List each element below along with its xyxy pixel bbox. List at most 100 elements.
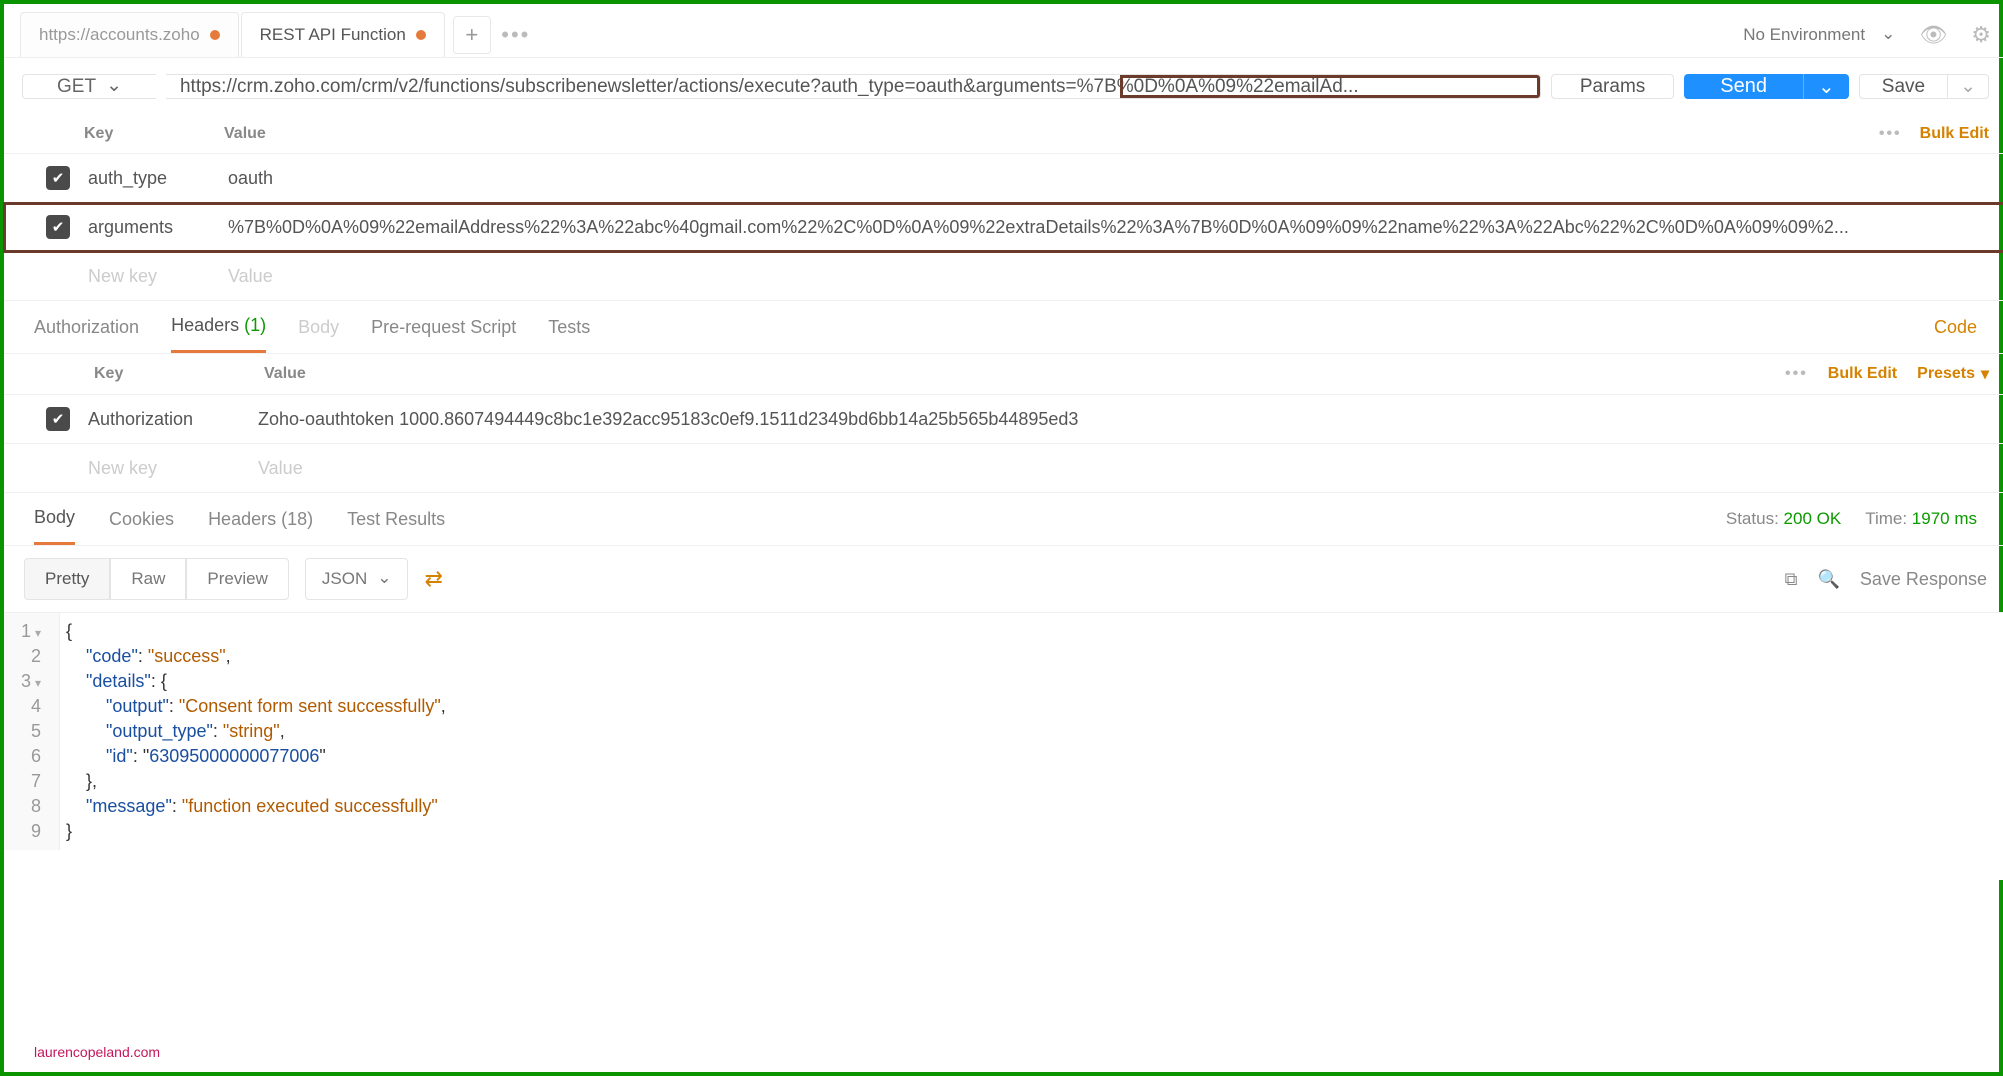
url-text: https://crm.zoho.com/crm/v2/functions/su… — [180, 76, 1359, 98]
more-icon[interactable]: ••• — [1879, 125, 1902, 143]
tab-body[interactable]: Body — [298, 317, 339, 352]
top-right-controls: No Environment ⌄ 👁 ⚙ — [1743, 22, 1991, 48]
request-section-tabs: Authorization Headers (1) Body Pre-reque… — [4, 301, 2003, 354]
param-value[interactable]: oauth — [228, 168, 1989, 189]
method-label: GET — [57, 76, 96, 98]
param-value[interactable]: %7B%0D%0A%09%22emailAddress%22%3A%22abc%… — [228, 217, 1989, 238]
param-row-auth-type[interactable]: ✔ auth_type oauth — [4, 154, 2003, 203]
new-tab-button[interactable]: + — [453, 16, 491, 54]
header-key[interactable]: Authorization — [88, 409, 258, 430]
line-number: 7 — [31, 771, 41, 791]
tab-label: REST API Function — [260, 25, 406, 45]
save-response-button[interactable]: Save Response — [1860, 569, 1987, 590]
time-value: 1970 ms — [1912, 509, 1977, 528]
key-header: Key — [84, 125, 224, 143]
wrap-lines-icon[interactable]: ⇄ — [424, 566, 442, 592]
eye-icon[interactable]: 👁 — [1919, 22, 1947, 48]
watermark: laurencopeland.com — [34, 1044, 160, 1060]
view-raw[interactable]: Raw — [110, 558, 186, 600]
more-icon[interactable]: ••• — [1785, 365, 1808, 383]
tab-headers[interactable]: Headers (1) — [171, 315, 266, 353]
param-key-placeholder[interactable]: New key — [88, 266, 228, 287]
request-url-row: GET ⌄ https://crm.zoho.com/crm/v2/functi… — [4, 58, 2003, 115]
chevron-down-icon[interactable]: ⌄ — [1803, 74, 1849, 99]
resp-tab-headers-count: (18) — [281, 509, 313, 529]
resp-tab-cookies[interactable]: Cookies — [109, 509, 174, 544]
search-icon[interactable]: 🔍 — [1817, 569, 1839, 590]
line-number: 4 — [31, 696, 41, 716]
header-row-authorization[interactable]: ✔ Authorization Zoho-oauthtoken 1000.860… — [4, 395, 2003, 444]
tab-prerequest[interactable]: Pre-request Script — [371, 317, 516, 352]
checkbox-empty-icon[interactable] — [46, 264, 70, 288]
code-token: "output_type" — [106, 721, 213, 741]
code-token: } — [66, 821, 72, 841]
response-section-tabs: Body Cookies Headers (18) Test Results S… — [4, 493, 2003, 546]
fold-icon[interactable]: ▾ — [31, 676, 41, 690]
param-key[interactable]: arguments — [88, 217, 228, 238]
tab-rest-api-function[interactable]: REST API Function — [241, 12, 445, 57]
code-content[interactable]: { "code": "success", "details": { "outpu… — [60, 613, 446, 850]
environment-label: No Environment — [1743, 25, 1865, 45]
environment-dropdown[interactable]: No Environment ⌄ — [1743, 25, 1895, 45]
param-value-placeholder[interactable]: Value — [228, 266, 1989, 287]
format-dropdown[interactable]: JSON ⌄ — [305, 558, 409, 600]
dirty-dot-icon — [210, 30, 220, 40]
code-link[interactable]: Code — [1934, 317, 1977, 352]
tab-accounts-zoho[interactable]: https://accounts.zoho — [20, 12, 239, 57]
header-value-placeholder[interactable]: Value — [258, 458, 1989, 479]
code-token: "output" — [106, 696, 169, 716]
line-number: 8 — [31, 796, 41, 816]
bulk-edit-link[interactable]: Bulk Edit — [1828, 365, 1897, 383]
param-row-new[interactable]: New key Value — [4, 252, 2003, 301]
resp-tab-headers[interactable]: Headers (18) — [208, 509, 313, 544]
header-key-placeholder[interactable]: New key — [88, 458, 258, 479]
view-pretty[interactable]: Pretty — [24, 558, 110, 600]
line-number: 5 — [31, 721, 41, 741]
presets-label: Presets — [1917, 365, 1975, 383]
line-gutter: 1▾ 2 3▾ 4 5 6 7 8 9 — [4, 613, 60, 850]
checkbox-empty-icon[interactable] — [46, 456, 70, 480]
gear-icon[interactable]: ⚙ — [1971, 22, 1991, 48]
resp-tab-headers-label: Headers — [208, 509, 276, 529]
line-number: 2 — [31, 646, 41, 666]
code-token: "function executed successfully" — [182, 796, 438, 816]
param-row-arguments[interactable]: ✔ arguments %7B%0D%0A%09%22emailAddress%… — [4, 203, 2003, 252]
bulk-edit-link[interactable]: Bulk Edit — [1920, 125, 1989, 143]
time-label: Time: — [1865, 509, 1907, 528]
header-row-new[interactable]: New key Value — [4, 444, 2003, 493]
response-view-bar: Pretty Raw Preview JSON ⌄ ⇄ ⧉ 🔍 Save Res… — [4, 546, 2003, 613]
chevron-down-icon: ⌄ — [106, 74, 122, 97]
chevron-down-icon[interactable]: ⌄ — [1947, 75, 1988, 98]
url-input[interactable]: https://crm.zoho.com/crm/v2/functions/su… — [166, 74, 1541, 99]
copy-icon[interactable]: ⧉ — [1785, 569, 1798, 590]
send-button[interactable]: Send ⌄ — [1684, 74, 1848, 99]
params-header: Key Value ••• Bulk Edit — [4, 115, 2003, 154]
checkbox-icon[interactable]: ✔ — [46, 215, 70, 239]
param-key[interactable]: auth_type — [88, 168, 228, 189]
fold-icon[interactable]: ▾ — [31, 626, 41, 640]
status-block: Status: 200 OK — [1726, 509, 1841, 529]
code-token: "id" — [106, 746, 133, 766]
checkbox-icon[interactable]: ✔ — [46, 407, 70, 431]
send-label: Send — [1684, 75, 1803, 98]
tab-headers-count: (1) — [244, 315, 266, 335]
top-bar: https://accounts.zoho REST API Function … — [4, 4, 2003, 58]
tab-authorization[interactable]: Authorization — [34, 317, 139, 352]
method-dropdown[interactable]: GET ⌄ — [22, 74, 156, 99]
resp-tab-body[interactable]: Body — [34, 507, 75, 545]
view-preview[interactable]: Preview — [186, 558, 288, 600]
tab-label: https://accounts.zoho — [39, 25, 200, 45]
tab-tests[interactable]: Tests — [548, 317, 590, 352]
tab-overflow-icon[interactable]: ••• — [497, 16, 535, 54]
checkbox-icon[interactable]: ✔ — [46, 166, 70, 190]
header-value[interactable]: Zoho-oauthtoken 1000.8607494449c8bc1e392… — [258, 409, 1989, 430]
params-button[interactable]: Params — [1551, 74, 1674, 99]
caret-down-icon: ▾ — [1981, 364, 1989, 384]
save-button[interactable]: Save ⌄ — [1859, 74, 1989, 99]
params-label: Params — [1580, 76, 1645, 98]
code-token: "Consent form sent successfully" — [179, 696, 441, 716]
resp-tab-test-results[interactable]: Test Results — [347, 509, 445, 544]
presets-dropdown[interactable]: Presets ▾ — [1917, 364, 1989, 384]
format-label: JSON — [322, 569, 367, 589]
status-label: Status: — [1726, 509, 1779, 528]
